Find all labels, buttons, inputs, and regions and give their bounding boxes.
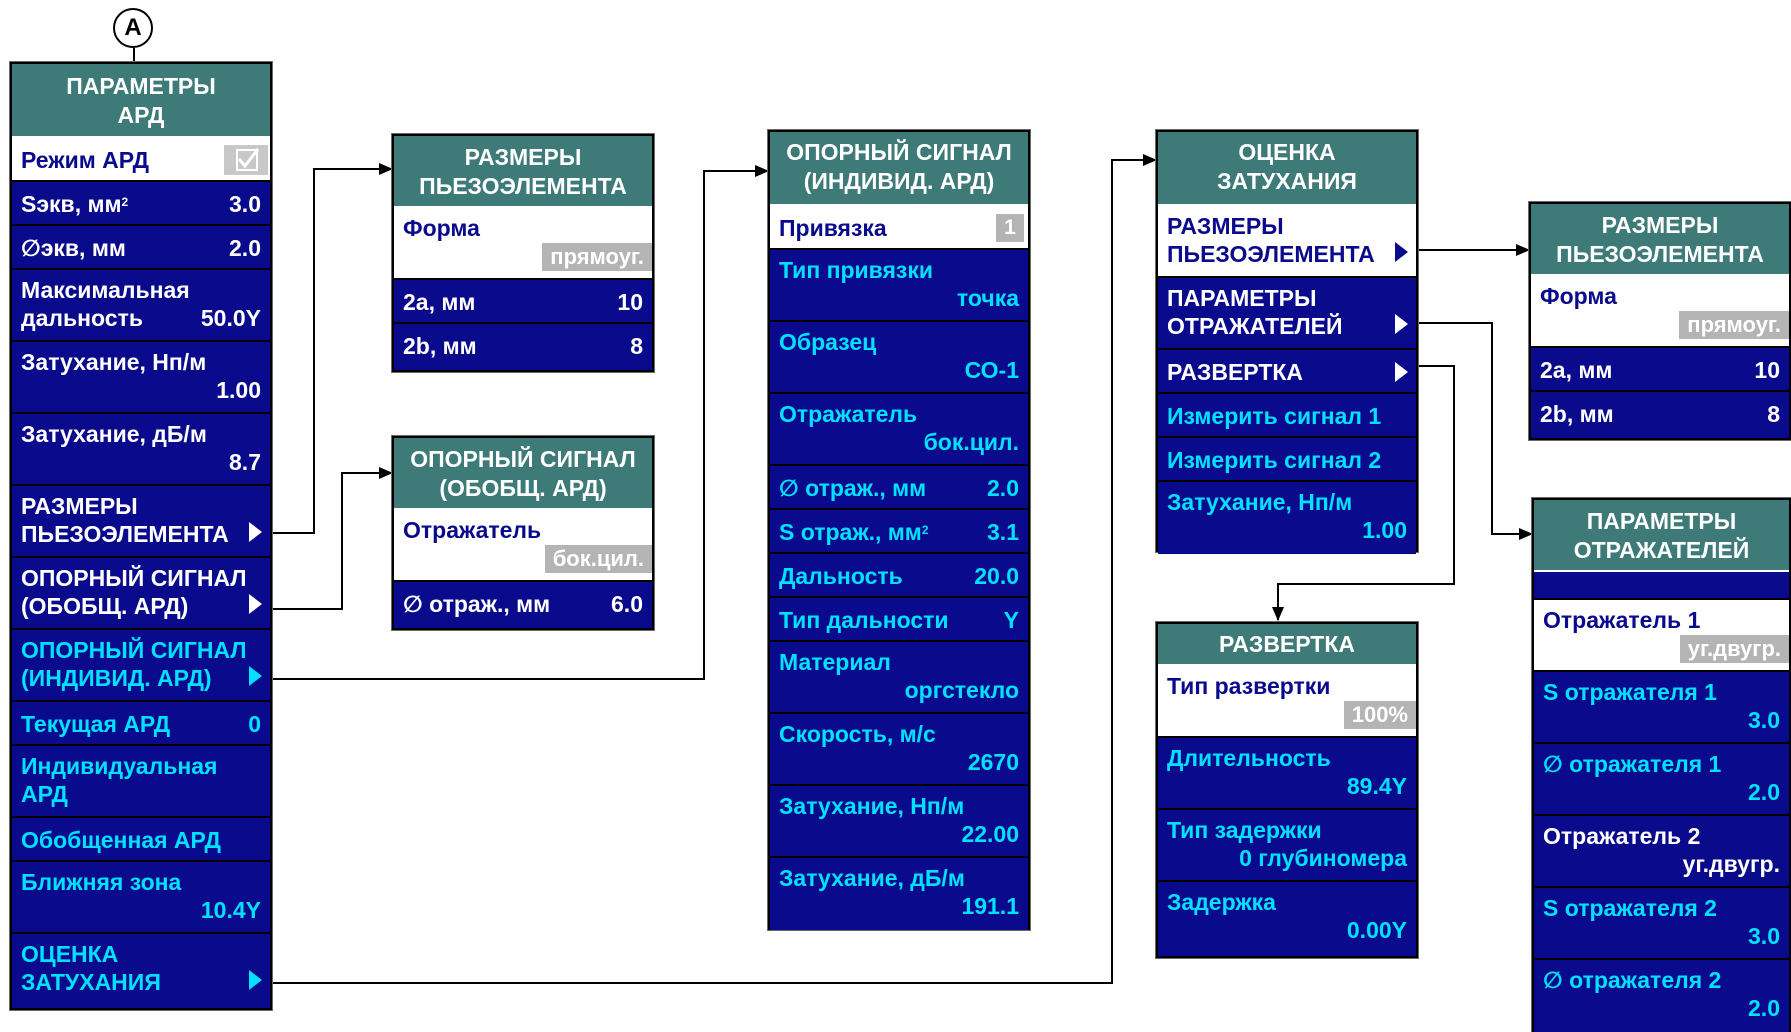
panel-title: ПАРАМЕТРЫ АРД (12, 64, 270, 138)
speed-row[interactable]: Скорость, м/с 2670 (770, 714, 1028, 786)
panel-title: ПАРАМЕТРЫ ОТРАЖАТЕЛЕЙ (1534, 500, 1789, 572)
delay-row[interactable]: Задержка 0.00Y (1158, 882, 1416, 954)
submenu-arrow-icon (249, 594, 262, 614)
d-equiv-row[interactable]: ∅экв, мм 2.0 (12, 226, 270, 270)
reflector-1-diameter-row[interactable]: ∅ отражателя 1 2.0 (1534, 744, 1789, 816)
connector-atten-refl (1414, 322, 1533, 540)
size-2b-row[interactable]: 2b, мм 8 (394, 324, 652, 368)
size-2b-row[interactable]: 2b, мм 8 (1531, 392, 1789, 436)
connector-refgen (270, 467, 393, 610)
reflector-diameter-row[interactable]: ∅ отраж., мм 2.0 (770, 466, 1028, 510)
binding-row[interactable]: Привязка 1 (770, 206, 1028, 250)
reflector-row[interactable]: Отражатель бок.цил. (770, 394, 1028, 466)
general-ard-row[interactable]: Обобщенная АРД (12, 818, 270, 862)
panel-title: ОПОРНЫЙ СИГНАЛ (ИНДИВИД. АРД) (770, 132, 1028, 206)
attenuation-np-row[interactable]: Затухание, Нп/м 22.00 (770, 786, 1028, 858)
panel-sweep: РАЗВЕРТКА Тип развертки 100% Длительност… (1155, 621, 1419, 959)
measure-signal-2[interactable]: Измерить сигнал 2 (1158, 438, 1416, 482)
checkbox-icon[interactable] (224, 145, 268, 175)
panel-title: ОПОРНЫЙ СИГНАЛ (ОБОБЩ. АРД) (394, 438, 652, 510)
submenu-arrow-icon (249, 522, 262, 542)
panel-title: РАЗВЕРТКА (1158, 624, 1416, 666)
attenuation-db-row[interactable]: Затухание, дБ/м 191.1 (770, 858, 1028, 930)
ard-mode-row[interactable]: Режим АРД (12, 138, 270, 182)
range-row[interactable]: Дальность 20.0 (770, 554, 1028, 598)
submenu-arrow-icon (249, 666, 262, 686)
material-row[interactable]: Материал оргстекло (770, 642, 1028, 714)
panel-title: РАЗМЕРЫ ПЬЕЗОЭЛЕМЕНТА (1531, 204, 1789, 276)
s-equiv-row[interactable]: Sэкв, мм2 3.0 (12, 182, 270, 226)
connector-piezo (270, 163, 393, 534)
submenu-arrow-icon (1395, 362, 1408, 382)
panel-ard-parameters: ПАРАМЕТРЫ АРД Режим АРД Sэкв, мм2 3.0 ∅эк… (9, 61, 273, 1011)
reflector-2-area-row[interactable]: S отражателя 2 3.0 (1534, 888, 1789, 960)
size-2a-row[interactable]: 2a, мм 10 (1531, 348, 1789, 392)
individual-ard-row[interactable]: Индивидуальная АРД (12, 746, 270, 818)
submenu-arrow-icon (1395, 242, 1408, 262)
reflector-2-row[interactable]: Отражатель 2 уг.двугр. (1534, 816, 1789, 888)
shape-row[interactable]: Форма прямоуг. (394, 208, 652, 280)
duration-row[interactable]: Длительность 89.4Y (1158, 738, 1416, 810)
shape-row[interactable]: Форма прямоуг. (1531, 276, 1789, 348)
reflector-diameter-row[interactable]: ∅ отраж., мм 6.0 (394, 582, 652, 626)
submenu-ref-signal-general[interactable]: ОПОРНЫЙ СИГНАЛ (ОБОБЩ. АРД) (12, 558, 270, 630)
near-zone-row[interactable]: Ближняя зона 10.4Y (12, 862, 270, 934)
panel-ref-signal-general: ОПОРНЫЙ СИГНАЛ (ОБОБЩ. АРД) Отражатель бо… (391, 435, 655, 631)
attenuation-db-row[interactable]: Затухание, дБ/м 8.7 (12, 414, 270, 486)
submenu-arrow-icon (249, 970, 262, 990)
panel-attenuation-estimate: ОЦЕНКА ЗАТУХАНИЯ РАЗМЕРЫ ПЬЕЗОЭЛЕМЕНТА ПА… (1155, 129, 1419, 554)
submenu-attenuation-estimate[interactable]: ОЦЕНКА ЗАТУХАНИЯ (12, 934, 270, 1006)
panel-title: РАЗМЕРЫ ПЬЕЗОЭЛЕМЕНТА (394, 136, 652, 208)
measure-signal-1[interactable]: Измерить сигнал 1 (1158, 394, 1416, 438)
submenu-ref-signal-individual[interactable]: ОПОРНЫЙ СИГНАЛ (ИНДИВИД. АРД) (12, 630, 270, 702)
marker-a-circle: A (113, 8, 153, 48)
panel-title: ОЦЕНКА ЗАТУХАНИЯ (1158, 132, 1416, 206)
range-type-row[interactable]: Тип дальности Y (770, 598, 1028, 642)
attenuation-np-row[interactable]: Затухание, Нп/м 1.00 (12, 342, 270, 414)
submenu-arrow-icon (1395, 314, 1408, 334)
panel-piezo-size: РАЗМЕРЫ ПЬЕЗОЭЛЕМЕНТА Форма прямоуг. 2a, … (391, 133, 655, 373)
panel-reflector-params: ПАРАМЕТРЫ ОТРАЖАТЕЛЕЙ Отражатель 1 уг.дву… (1531, 497, 1791, 1032)
attenuation-np-row[interactable]: Затухание, Нп/м 1.00 (1158, 482, 1416, 554)
size-2a-row[interactable]: 2a, мм 10 (394, 280, 652, 324)
reflector-2-diameter-row[interactable]: ∅ отражателя 2 2.0 (1534, 960, 1789, 1032)
sample-row[interactable]: Образец СО-1 (770, 322, 1028, 394)
sweep-type-row[interactable]: Тип развертки 100% (1158, 666, 1416, 738)
submenu-sweep[interactable]: РАЗВЕРТКА (1158, 350, 1416, 394)
current-ard-row[interactable]: Текущая АРД 0 (12, 702, 270, 746)
submenu-piezo-size[interactable]: РАЗМЕРЫ ПЬЕЗОЭЛЕМЕНТА (12, 486, 270, 558)
max-range-row[interactable]: Максимальная дальность 50.0Y (12, 270, 270, 342)
reflector-area-row[interactable]: S отраж., мм2 3.1 (770, 510, 1028, 554)
submenu-piezo-size[interactable]: РАЗМЕРЫ ПЬЕЗОЭЛЕМЕНТА (1158, 206, 1416, 278)
reflector-row[interactable]: Отражатель бок.цил. (394, 510, 652, 582)
panel-ref-signal-individual: ОПОРНЫЙ СИГНАЛ (ИНДИВИД. АРД) Привязка 1 Т… (767, 129, 1031, 931)
reflector-1-area-row[interactable]: S отражателя 1 3.0 (1534, 672, 1789, 744)
spacer-row (1534, 572, 1789, 600)
submenu-reflector-params[interactable]: ПАРАМЕТРЫ ОТРАЖАТЕЛЕЙ (1158, 278, 1416, 350)
delay-type-row[interactable]: Тип задержки 0 глубиномера (1158, 810, 1416, 882)
panel-piezo-size-2: РАЗМЕРЫ ПЬЕЗОЭЛЕМЕНТА Форма прямоуг. 2a, … (1528, 201, 1791, 441)
reflector-1-row[interactable]: Отражатель 1 уг.двугр. (1534, 600, 1789, 672)
binding-type-row[interactable]: Тип привязки точка (770, 250, 1028, 322)
